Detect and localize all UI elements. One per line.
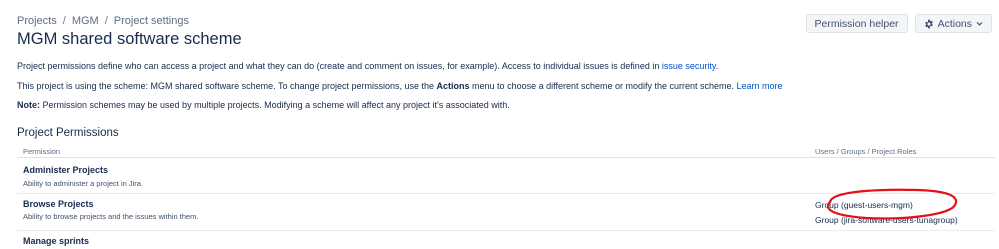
highlight-circle-annotation <box>827 188 958 220</box>
